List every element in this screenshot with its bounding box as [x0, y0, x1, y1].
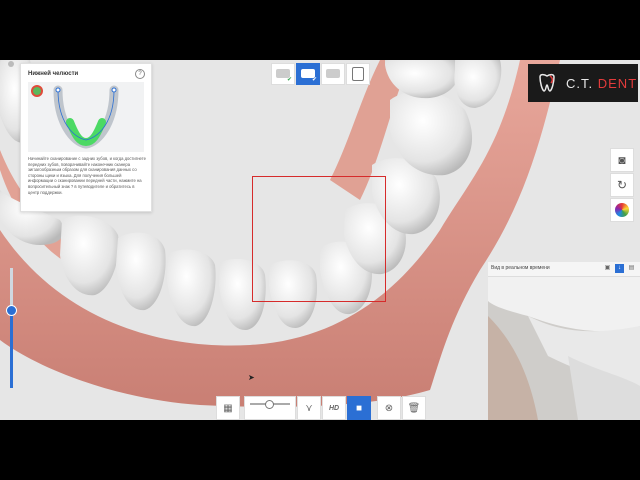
stage-lower-jaw-tab[interactable]: ✔ [296, 63, 320, 85]
letterbox-top [0, 0, 640, 60]
trim-tool-button[interactable]: ⋎ [297, 396, 321, 420]
realtime-view-title: Вид в реальном времени [491, 265, 550, 271]
brand-text-b: DENT [597, 76, 638, 91]
clipboard-check-icon [352, 67, 364, 81]
letterbox-bottom [0, 420, 640, 480]
delete-button[interactable]: 🗑 [402, 396, 426, 420]
jaw-guide-diagram [28, 82, 144, 152]
info-dot-icon [8, 61, 14, 67]
brand-logo: C.T. DENT [528, 64, 638, 102]
pin-icon[interactable]: ↓ [615, 264, 624, 273]
hd-label: HD [328, 404, 340, 412]
trim-icon: ⋎ [305, 402, 313, 414]
lock-area-icon: ⊗ [384, 402, 394, 414]
color-map-icon [615, 203, 629, 217]
brand-text-a: C.T. [566, 76, 594, 91]
realtime-view-panel: Вид в реальном времени ▣ ↓ ▤ [488, 262, 640, 420]
lock-area-button[interactable]: ⊗ [377, 396, 401, 420]
check-icon: ✔ [311, 77, 317, 83]
vertical-slider-thumb[interactable] [6, 305, 17, 316]
guide-instructions: Начинайте сканирование с задних зубов, и… [28, 156, 146, 195]
stop-scan-button[interactable]: ■ [347, 396, 371, 420]
scan-screen: ➤ Нижней челюсти ? Начинайте сканировани… [0, 60, 640, 420]
guide-title: Нижней челюсти [28, 71, 79, 77]
vertical-slider-fill [10, 310, 13, 388]
camera-button[interactable]: ◙ [610, 148, 634, 172]
color-map-button[interactable] [610, 198, 634, 222]
mouse-cursor-icon: ➤ [248, 373, 255, 382]
check-icon: ✔ [286, 77, 292, 83]
stage-upper-jaw-tab[interactable]: ✔ [271, 63, 295, 85]
tooth-logo-icon [539, 73, 555, 92]
reset-view-icon: ↻ [616, 178, 628, 192]
hd-mode-button[interactable]: HD [322, 396, 346, 420]
stage-bite-tab[interactable] [321, 63, 345, 85]
snapshot-icon[interactable]: ▣ [603, 264, 612, 273]
reset-view-button[interactable]: ↻ [610, 173, 634, 197]
filter-icon: ▦ [223, 402, 233, 414]
scan-filter-button[interactable]: ▦ [216, 396, 240, 420]
stage-complete-tab[interactable] [346, 63, 370, 85]
scan-guide-panel: Нижней челюсти ? Начинайте сканирование … [20, 63, 152, 212]
help-icon[interactable]: ? [135, 69, 145, 79]
scan-range-thumb[interactable] [265, 400, 274, 409]
stop-icon: ■ [355, 402, 363, 414]
bite-icon [326, 69, 340, 78]
delete-icon: 🗑 [407, 402, 421, 414]
vertical-slider-track[interactable] [10, 268, 13, 388]
realtime-view-header: Вид в реальном времени ▣ ↓ ▤ [488, 262, 640, 277]
scan-focus-frame [252, 176, 386, 302]
expand-icon[interactable]: ▤ [627, 264, 636, 273]
realtime-camera-feed [488, 276, 640, 420]
brand-text: C.T. DENT [566, 76, 637, 91]
scan-range-slider[interactable] [244, 396, 296, 420]
camera-icon: ◙ [618, 153, 626, 167]
